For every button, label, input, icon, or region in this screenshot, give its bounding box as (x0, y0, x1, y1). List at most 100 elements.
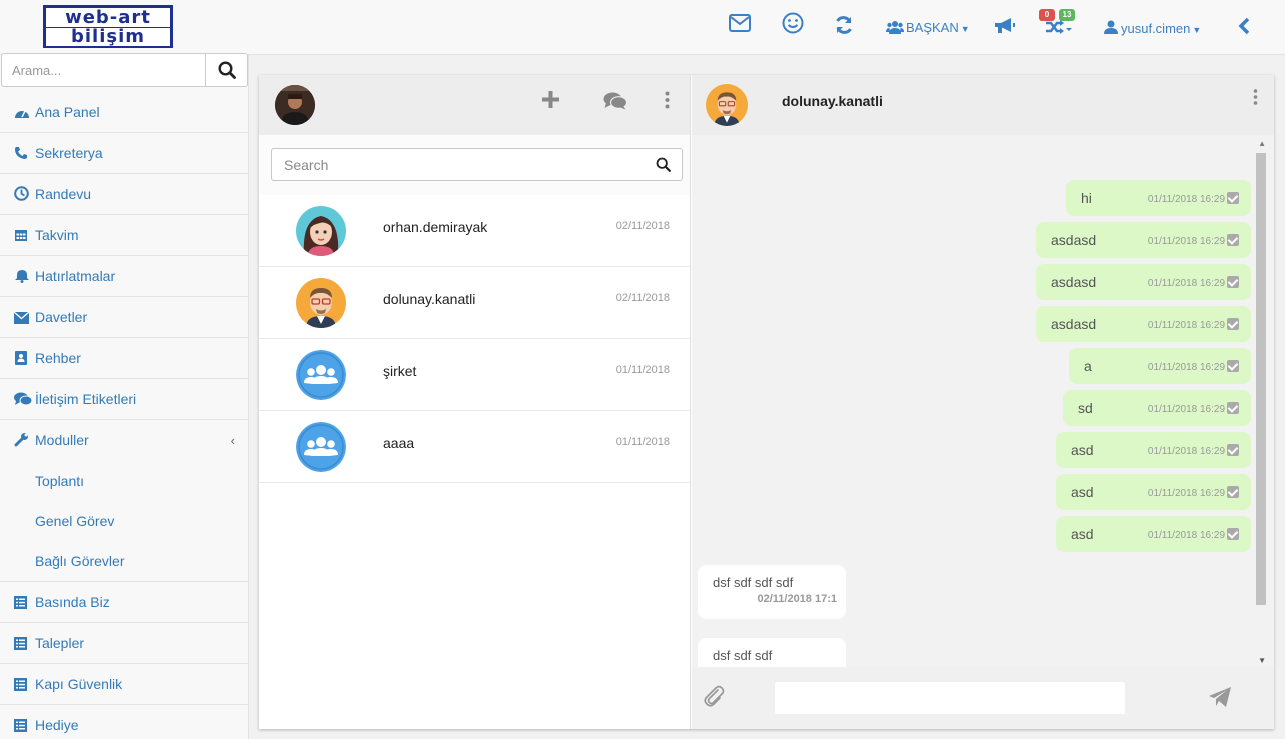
scroll-up-arrow-icon[interactable]: ▲ (1258, 139, 1266, 148)
user-dropdown[interactable]: yusuf.cimen ▼ (1121, 21, 1201, 38)
megaphone-icon[interactable] (994, 17, 1016, 35)
search-icon[interactable] (656, 157, 671, 175)
contact-name: orhan.demirayak (383, 219, 488, 235)
my-avatar[interactable] (275, 85, 315, 125)
check-icon (1227, 443, 1239, 456)
role-dropdown[interactable]: BAŞKAN ▼ (906, 20, 970, 37)
sidebar-item-label: Kapı Güvenlik (35, 676, 123, 692)
message-time: 01/11/2018 16:29 (1147, 403, 1225, 415)
outgoing-message: asd 01/11/2018 16:29 (1056, 516, 1251, 552)
check-icon (1227, 233, 1239, 246)
message-input[interactable] (775, 682, 1125, 714)
sidebar-item-hediye[interactable]: Hediye (0, 705, 249, 739)
contact-list: orhan.demirayak 02/11/2018 dolunay.kanat… (259, 195, 691, 729)
envelope-icon[interactable] (729, 14, 751, 32)
check-icon (1227, 401, 1239, 414)
peer-name: dolunay.kanatli (782, 93, 883, 109)
message-text: asdasd (1051, 316, 1097, 332)
sidebar-item-sekreterya[interactable]: Sekreterya (0, 133, 249, 174)
sidebar-item-moduller[interactable]: Moduller ‹ (0, 420, 249, 461)
sidebar-item-hatirlatmalar[interactable]: Hatırlatmalar (0, 256, 249, 297)
outgoing-message: asdasd 01/11/2018 16:29 (1036, 222, 1251, 258)
outgoing-message: sd 01/11/2018 16:29 (1063, 390, 1251, 426)
sidebar-search-input[interactable] (1, 53, 206, 87)
sidebar-item-talepler[interactable]: Talepler (0, 623, 249, 664)
outgoing-message: asd 01/11/2018 16:29 (1056, 474, 1251, 510)
chat-panel: orhan.demirayak 02/11/2018 dolunay.kanat… (259, 75, 1274, 729)
comments-icon (14, 379, 35, 420)
sidebar-item-rehber[interactable]: Rehber (0, 338, 249, 379)
contact-name: aaaa (383, 435, 415, 451)
submenu-item-genel-gorev[interactable]: Genel Görev (0, 501, 249, 541)
logo[interactable]: web-art bilişim (43, 5, 173, 48)
wrench-icon (14, 420, 35, 461)
refresh-icon[interactable] (834, 15, 854, 35)
address-book-icon (14, 338, 35, 379)
contact-row[interactable]: orhan.demirayak 02/11/2018 (259, 195, 690, 267)
sidebar-search-button[interactable] (205, 53, 248, 87)
peer-avatar[interactable] (706, 84, 748, 126)
contact-row[interactable]: şirket 01/11/2018 (259, 339, 690, 411)
chevron-left-icon: ‹ (230, 433, 235, 448)
woman-avatar (296, 206, 346, 256)
sidebar-item-ana-panel[interactable]: Ana Panel (0, 92, 249, 133)
scroll-down-arrow-icon[interactable]: ▼ (1258, 656, 1266, 665)
check-icon (1227, 191, 1239, 204)
send-icon[interactable] (1208, 686, 1232, 711)
message-text: asdasd (1051, 274, 1097, 290)
top-navbar: web-art bilişim BAŞKAN ▼ 0 13 yusuf.cimen… (0, 0, 1285, 55)
sidebar-item-randevu[interactable]: Randevu (0, 174, 249, 215)
sidebar-item-basinda-biz[interactable]: Basında Biz (0, 582, 249, 623)
contact-row[interactable]: aaaa 01/11/2018 (259, 411, 690, 483)
submenu-item-toplanti[interactable]: Toplantı (0, 461, 249, 501)
message-time: 01/11/2018 16:29 (1147, 277, 1225, 289)
message-time: 01/11/2018 16:29 (1147, 193, 1225, 205)
comments-icon[interactable] (603, 92, 628, 113)
contact-row[interactable]: dolunay.kanatli 02/11/2018 (259, 267, 690, 339)
message-time: 01/11/2018 16:29 (1147, 235, 1225, 247)
message-time: 01/11/2018 16:29 (1147, 487, 1225, 499)
sidebar-search (1, 53, 248, 87)
message-time: 01/11/2018 16:29 (1147, 361, 1225, 373)
more-vertical-icon[interactable] (665, 91, 670, 112)
message-composer (692, 667, 1274, 729)
submenu-item-bagli-gorevler[interactable]: Bağlı Görevler (0, 541, 249, 581)
conversation-header: dolunay.kanatli (692, 75, 1274, 135)
scrollbar-thumb[interactable] (1256, 153, 1266, 605)
sidebar-item-label: Basında Biz (35, 594, 110, 610)
chevron-left-icon[interactable] (1238, 17, 1250, 35)
message-area: hi 01/11/2018 16:29 asdasd 01/11/2018 16… (692, 135, 1274, 667)
outgoing-message: a 01/11/2018 16:29 (1069, 348, 1251, 384)
chat-search-input[interactable] (271, 148, 683, 181)
message-text: asd (1071, 442, 1094, 458)
message-text: asdasd (1051, 232, 1097, 248)
incoming-message: dsf sdf sdf (698, 638, 846, 667)
contact-date: 01/11/2018 (615, 364, 670, 376)
phone-icon (14, 133, 35, 174)
message-time: 01/11/2018 16:29 (1147, 319, 1225, 331)
contact-date: 02/11/2018 (615, 292, 670, 304)
contact-name: şirket (383, 363, 417, 379)
plus-icon[interactable] (541, 90, 560, 112)
message-text: a (1084, 358, 1092, 374)
sidebar-item-label: İletişim Etiketleri (35, 391, 137, 407)
logo-line1: web-art (46, 8, 170, 27)
envelope-icon (13, 297, 35, 338)
sidebar-item-kapi-guvenlik[interactable]: Kapı Güvenlik (0, 664, 249, 705)
paperclip-icon[interactable] (702, 684, 726, 711)
smiley-icon[interactable] (782, 12, 804, 34)
chat-search-bar (259, 135, 691, 195)
list-icon (14, 582, 35, 623)
list-icon (14, 664, 35, 705)
outgoing-message: asdasd 01/11/2018 16:29 (1036, 264, 1251, 300)
user-label: yusuf.cimen (1121, 21, 1191, 36)
sidebar-item-davetler[interactable]: Davetler (0, 297, 249, 338)
more-vertical-icon[interactable] (1253, 89, 1258, 108)
outgoing-message: asd 01/11/2018 16:29 (1056, 432, 1251, 468)
sidebar-item-iletisim-etiketleri[interactable]: İletişim Etiketleri (0, 379, 249, 420)
check-icon (1227, 275, 1239, 288)
shuffle-icon[interactable] (1046, 20, 1072, 34)
role-label: BAŞKAN (906, 20, 959, 35)
sidebar-item-takvim[interactable]: Takvim (0, 215, 249, 256)
contact-name: dolunay.kanatli (383, 291, 476, 307)
